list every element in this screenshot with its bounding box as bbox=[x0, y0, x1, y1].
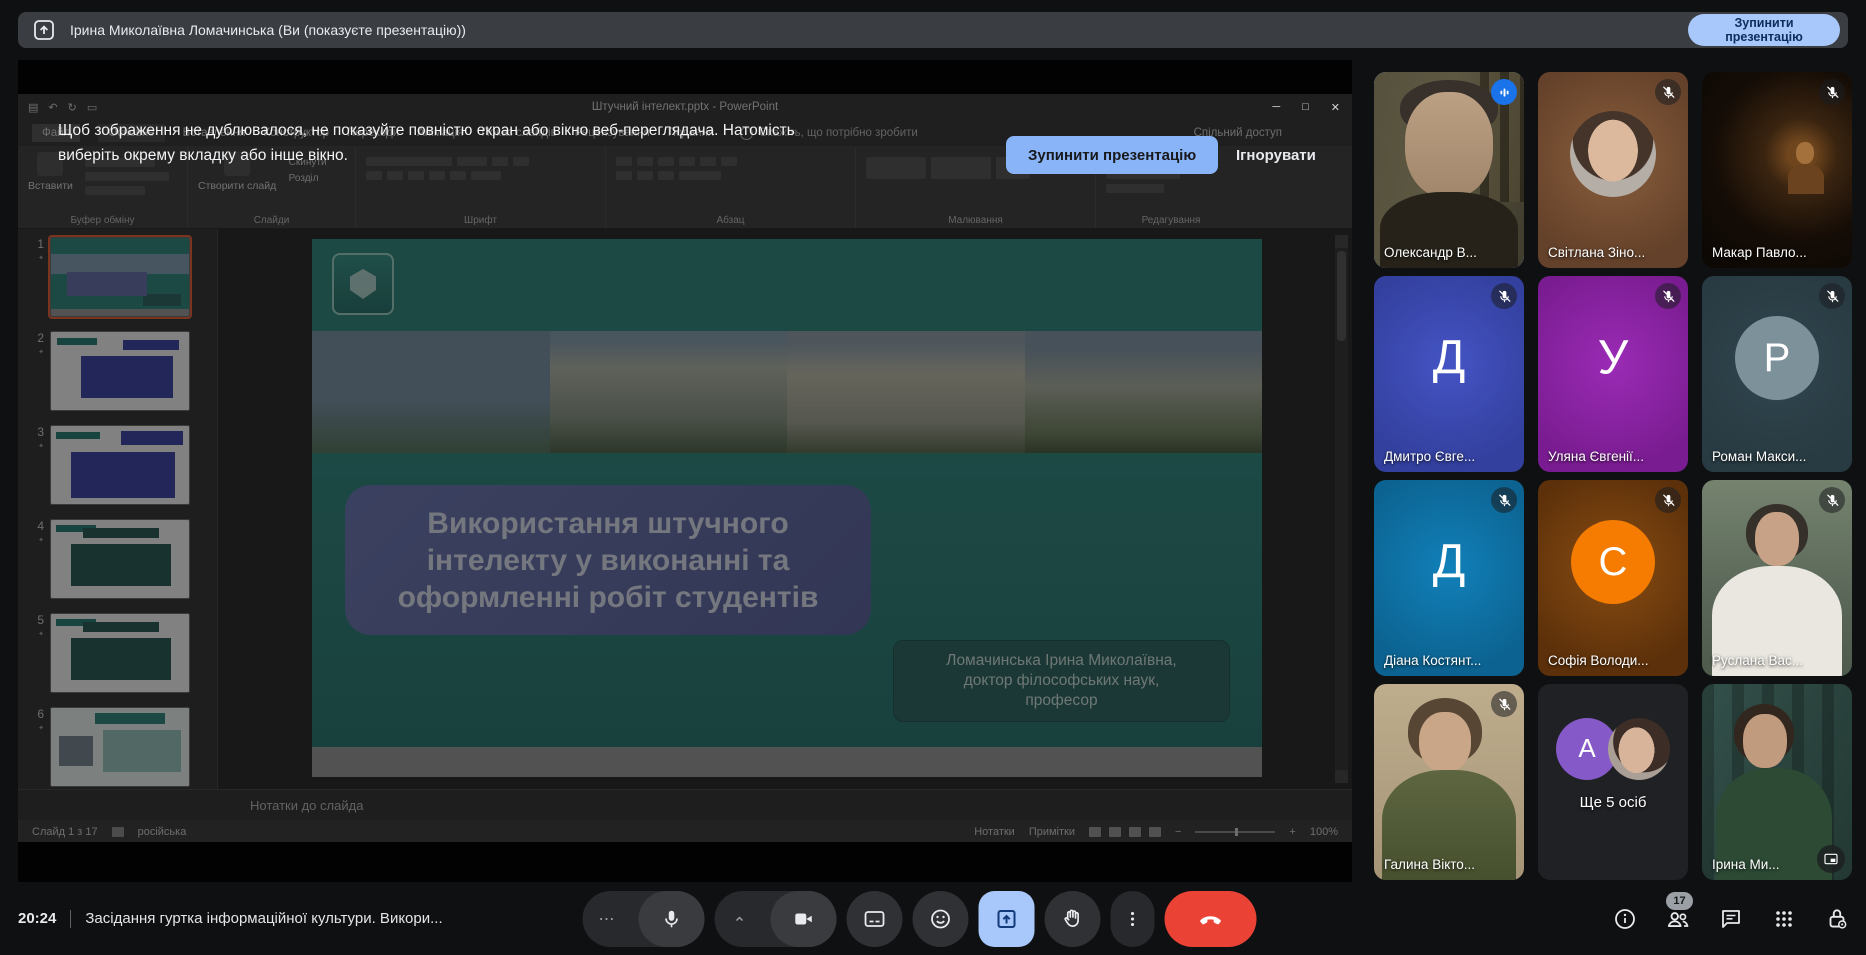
activities-button[interactable] bbox=[1771, 906, 1797, 932]
participant-tile[interactable]: А Ще 5 осіб bbox=[1538, 684, 1688, 880]
participant-tile[interactable]: Світлана Зіно... bbox=[1538, 72, 1688, 268]
participant-name: Діана Костянт... bbox=[1384, 653, 1481, 668]
meeting-details-button[interactable] bbox=[1612, 906, 1638, 932]
participant-name: Ще 5 осіб bbox=[1538, 794, 1688, 811]
raise-hand-icon bbox=[1061, 907, 1085, 931]
apps-grid-icon bbox=[1772, 907, 1796, 931]
mic-muted-icon bbox=[1655, 487, 1681, 513]
host-lock-icon bbox=[1824, 906, 1850, 932]
overflow-avatars: А bbox=[1556, 718, 1670, 780]
captions-icon bbox=[863, 907, 887, 931]
mic-muted-icon bbox=[1819, 283, 1845, 309]
participant-tile[interactable]: Руслана Вас... bbox=[1702, 480, 1852, 676]
chat-panel-button[interactable] bbox=[1718, 906, 1744, 932]
participant-tile[interactable]: Галина Вікто... bbox=[1374, 684, 1524, 880]
participant-tile[interactable]: У Уляна Євгенії... bbox=[1538, 276, 1688, 472]
participant-name: Світлана Зіно... bbox=[1548, 245, 1645, 260]
participant-name: Дмитро Євге... bbox=[1384, 449, 1475, 464]
participants-grid: Олександр В... Світлана Зіно... Макар Павл… bbox=[1374, 72, 1852, 880]
camera-icon[interactable] bbox=[771, 891, 837, 947]
mic-muted-icon bbox=[1819, 79, 1845, 105]
avatar-photo bbox=[1608, 718, 1670, 780]
google-meet-window: Ірина Миколаївна Ломачинська (Ви (показу… bbox=[0, 0, 1866, 955]
microphone-button[interactable]: ⋯ bbox=[583, 891, 705, 947]
participant-count-badge: 17 bbox=[1666, 892, 1693, 910]
participant-name: Макар Павло... bbox=[1712, 245, 1807, 260]
present-screen-icon bbox=[995, 907, 1019, 931]
more-options-button[interactable] bbox=[1111, 891, 1155, 947]
info-icon bbox=[1613, 907, 1637, 931]
shared-screen: ▤↶↻▭ Штучний інтелект.pptx - PowerPoint … bbox=[18, 60, 1352, 882]
camera-button[interactable] bbox=[715, 891, 837, 947]
participant-name: Олександр В... bbox=[1384, 245, 1477, 260]
participant-tile[interactable]: Д Діана Костянт... bbox=[1374, 480, 1524, 676]
presenter-label: Ірина Миколаївна Ломачинська (Ви (показу… bbox=[70, 22, 466, 38]
participant-name: Роман Макси... bbox=[1712, 449, 1806, 464]
presenting-status-bar: Ірина Миколаївна Ломачинська (Ви (показу… bbox=[18, 12, 1848, 48]
divider bbox=[70, 910, 71, 928]
meeting-panels: 17 bbox=[1612, 882, 1850, 955]
participant-tile[interactable]: Ірина Ми... bbox=[1702, 684, 1852, 880]
picture-in-picture-icon[interactable] bbox=[1817, 845, 1845, 873]
mic-muted-icon bbox=[1819, 487, 1845, 513]
present-screen-icon bbox=[32, 18, 56, 42]
mic-icon[interactable] bbox=[639, 891, 705, 947]
host-controls-button[interactable] bbox=[1824, 906, 1850, 932]
end-call-button[interactable] bbox=[1165, 891, 1257, 947]
present-screen-button[interactable] bbox=[979, 891, 1035, 947]
people-panel-button[interactable]: 17 bbox=[1665, 906, 1691, 932]
chevron-up-icon bbox=[737, 917, 743, 920]
participant-tile[interactable]: Р Роман Макси... bbox=[1702, 276, 1852, 472]
chat-icon bbox=[1719, 907, 1743, 931]
banner-stop-presentation-button[interactable]: Зупинити презентацію bbox=[1006, 136, 1218, 174]
call-controls: ⋯ bbox=[583, 891, 1257, 947]
mic-muted-icon bbox=[1491, 283, 1517, 309]
ppt-window-controls: ─□✕ bbox=[1272, 101, 1340, 114]
emoji-icon bbox=[929, 907, 953, 931]
mic-muted-icon bbox=[1655, 283, 1681, 309]
avatar-letter: Д bbox=[1433, 331, 1466, 386]
reactions-button[interactable] bbox=[913, 891, 969, 947]
audio-options-dots-icon[interactable]: ⋯ bbox=[599, 909, 617, 929]
screen-dim-overlay bbox=[18, 60, 1352, 882]
participant-name: Ірина Ми... bbox=[1712, 857, 1780, 872]
more-vertical-icon bbox=[1122, 908, 1144, 930]
participant-name: Галина Вікто... bbox=[1384, 857, 1475, 872]
meeting-info: 20:24 Засідання гуртка інформаційної кул… bbox=[18, 882, 443, 955]
end-call-icon bbox=[1198, 906, 1224, 932]
mic-muted-icon bbox=[1491, 487, 1517, 513]
meet-control-bar: 20:24 Засідання гуртка інформаційної кул… bbox=[0, 882, 1866, 955]
participant-tile[interactable]: Макар Павло... bbox=[1702, 72, 1852, 268]
participant-tile[interactable]: С Софія Володи... bbox=[1538, 480, 1688, 676]
mic-muted-icon bbox=[1491, 691, 1517, 717]
clock: 20:24 bbox=[18, 910, 56, 927]
captions-button[interactable] bbox=[847, 891, 903, 947]
avatar-photo bbox=[1570, 111, 1656, 197]
avatar-circle: С bbox=[1571, 520, 1655, 604]
participant-name: Уляна Євгенії... bbox=[1548, 449, 1644, 464]
participant-name: Руслана Вас... bbox=[1712, 653, 1803, 668]
raise-hand-button[interactable] bbox=[1045, 891, 1101, 947]
speaking-indicator-icon bbox=[1491, 79, 1517, 105]
mic-muted-icon bbox=[1655, 79, 1681, 105]
banner-ignore-button[interactable]: Ігнорувати bbox=[1226, 136, 1326, 174]
avatar-letter: У bbox=[1598, 331, 1629, 386]
stop-presentation-button[interactable]: Зупинити презентацію bbox=[1688, 14, 1840, 46]
avatar-circle: Р bbox=[1735, 316, 1819, 400]
participant-name: Софія Володи... bbox=[1548, 653, 1649, 668]
participant-tile[interactable]: Олександр В... bbox=[1374, 72, 1524, 268]
avatar-letter: Д bbox=[1433, 535, 1466, 590]
meeting-title: Засідання гуртка інформаційної культури.… bbox=[85, 910, 442, 927]
participant-tile[interactable]: Д Дмитро Євге... bbox=[1374, 276, 1524, 472]
